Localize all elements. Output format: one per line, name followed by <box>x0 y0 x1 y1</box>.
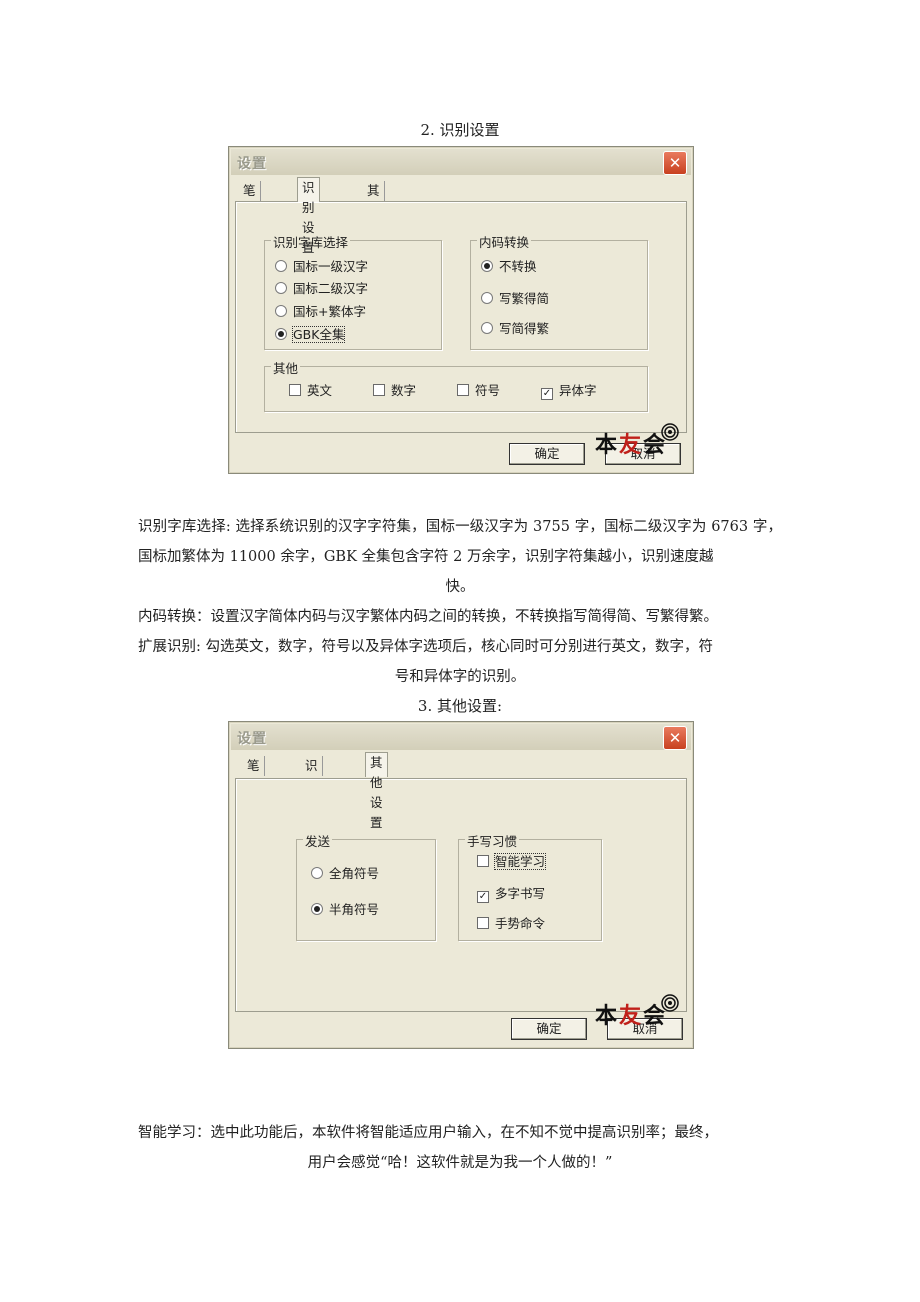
checkbox-icon <box>289 384 301 396</box>
group-label: 内码转换 <box>477 232 532 251</box>
ok-button[interactable]: 确定 <box>509 443 585 465</box>
radio-trad-to-simp[interactable]: 写繁得简 <box>481 291 549 307</box>
tab-pen-settings[interactable]: 笔设置 <box>239 181 261 238</box>
radio-no-convert[interactable]: 不转换 <box>481 259 537 275</box>
radio-icon <box>481 292 493 304</box>
radio-gb-level1[interactable]: 国标一级汉字 <box>275 259 368 275</box>
signal-icon <box>661 423 679 441</box>
checkbox-icon <box>373 384 385 396</box>
radio-halfwidth[interactable]: 半角符号 <box>311 902 379 918</box>
group-label: 发送 <box>303 831 333 850</box>
group-code-conversion: 内码转换 不转换 写繁得简 写简得繁 <box>470 232 648 350</box>
radio-simp-to-trad[interactable]: 写简得繁 <box>481 321 549 337</box>
tab-panel: 发送 全角符号 半角符号 手写习惯 智能学习 ✓ 多字书写 手势命令 <box>235 778 687 1012</box>
checkbox-variant-chars[interactable]: ✓ 异体字 <box>541 383 597 400</box>
checkbox-english[interactable]: 英文 <box>289 383 332 399</box>
radio-icon <box>481 322 493 334</box>
settings-dialog-recognition: 设置 ✕ 笔设置 识别设置 其他设置 识别字库选择 国标一级汉字 国标二级汉字 … <box>228 146 694 474</box>
radio-icon <box>275 305 287 317</box>
checkbox-smart-learning[interactable]: 智能学习 <box>477 853 547 870</box>
radio-selected-icon <box>481 260 493 272</box>
checkbox-icon <box>457 384 469 396</box>
signal-icon <box>661 994 679 1012</box>
checkbox-icon <box>477 917 489 929</box>
close-icon[interactable]: ✕ <box>663 726 687 750</box>
group-other: 其他 英文 数字 符号 ✓ 异体字 <box>264 358 648 412</box>
close-icon[interactable]: ✕ <box>663 151 687 175</box>
watermark-logo: 本 友 会 <box>595 994 679 1036</box>
settings-dialog-other: 设置 ✕ 笔设置 识别设置 其他设置 发送 全角符号 半角符号 手写习惯 智能学… <box>228 721 694 1049</box>
paragraph-charset-selection: 识别字库选择: 选择系统识别的汉字字符集，国标一级汉字为 3755 字，国标二级… <box>138 519 782 595</box>
tab-recognition-settings[interactable]: 识别设置 <box>297 177 320 255</box>
radio-gbk-full[interactable]: GBK全集 <box>275 326 346 343</box>
title-bar[interactable]: 设置 ✕ <box>231 724 691 750</box>
radio-selected-icon <box>275 328 287 340</box>
radio-gb-level2[interactable]: 国标二级汉字 <box>275 281 368 297</box>
radio-fullwidth[interactable]: 全角符号 <box>311 866 379 882</box>
checkbox-symbols[interactable]: 符号 <box>457 383 500 399</box>
paragraph-code-conversion: 内码转换：设置汉字简体内码与汉字繁体内码之间的转换，不转换指写简得简、写繁得繁。 <box>138 609 718 625</box>
radio-gb-traditional[interactable]: 国标+繁体字 <box>275 304 366 320</box>
paragraph-smart-learning: 智能学习：选中此功能后，本软件将智能适应用户输入，在不知不觉中提高识别率；最终，… <box>138 1125 718 1171</box>
dialog-title: 设置 <box>237 731 267 747</box>
group-handwriting-habit: 手写习惯 智能学习 ✓ 多字书写 手势命令 <box>458 831 602 941</box>
section-caption-recognition: 2. 识别设置 <box>420 121 500 139</box>
checkbox-multi-char[interactable]: ✓ 多字书写 <box>477 886 545 903</box>
group-charset: 识别字库选择 国标一级汉字 国标二级汉字 国标+繁体字 GBK全集 <box>264 232 442 350</box>
radio-selected-icon <box>311 903 323 915</box>
tab-pen-settings[interactable]: 笔设置 <box>243 756 265 813</box>
ok-button[interactable]: 确定 <box>511 1018 587 1040</box>
radio-icon <box>311 867 323 879</box>
group-label: 其他 <box>271 358 301 377</box>
tab-other-settings[interactable]: 其他设置 <box>365 752 388 830</box>
radio-icon <box>275 282 287 294</box>
checkbox-digits[interactable]: 数字 <box>373 383 416 399</box>
checkbox-gesture-commands[interactable]: 手势命令 <box>477 916 545 932</box>
paragraph-extended-recognition: 扩展识别: 勾选英文，数字，符号以及异体字选项后，核心同时可分别进行英文，数字，… <box>138 639 713 685</box>
checkmark-icon: ✓ <box>477 891 489 903</box>
tab-other-settings[interactable]: 其他设置 <box>363 181 385 258</box>
group-label: 手写习惯 <box>465 831 520 850</box>
watermark-logo: 本 友 会 <box>595 423 679 465</box>
dialog-title: 设置 <box>237 156 267 172</box>
checkmark-icon: ✓ <box>541 388 553 400</box>
title-bar[interactable]: 设置 ✕ <box>231 149 691 175</box>
radio-icon <box>275 260 287 272</box>
tab-recognition-settings[interactable]: 识别设置 <box>301 756 323 833</box>
section-caption-other: 3. 其他设置: <box>417 697 503 715</box>
checkbox-icon <box>477 855 489 867</box>
group-send: 发送 全角符号 半角符号 <box>296 831 436 941</box>
